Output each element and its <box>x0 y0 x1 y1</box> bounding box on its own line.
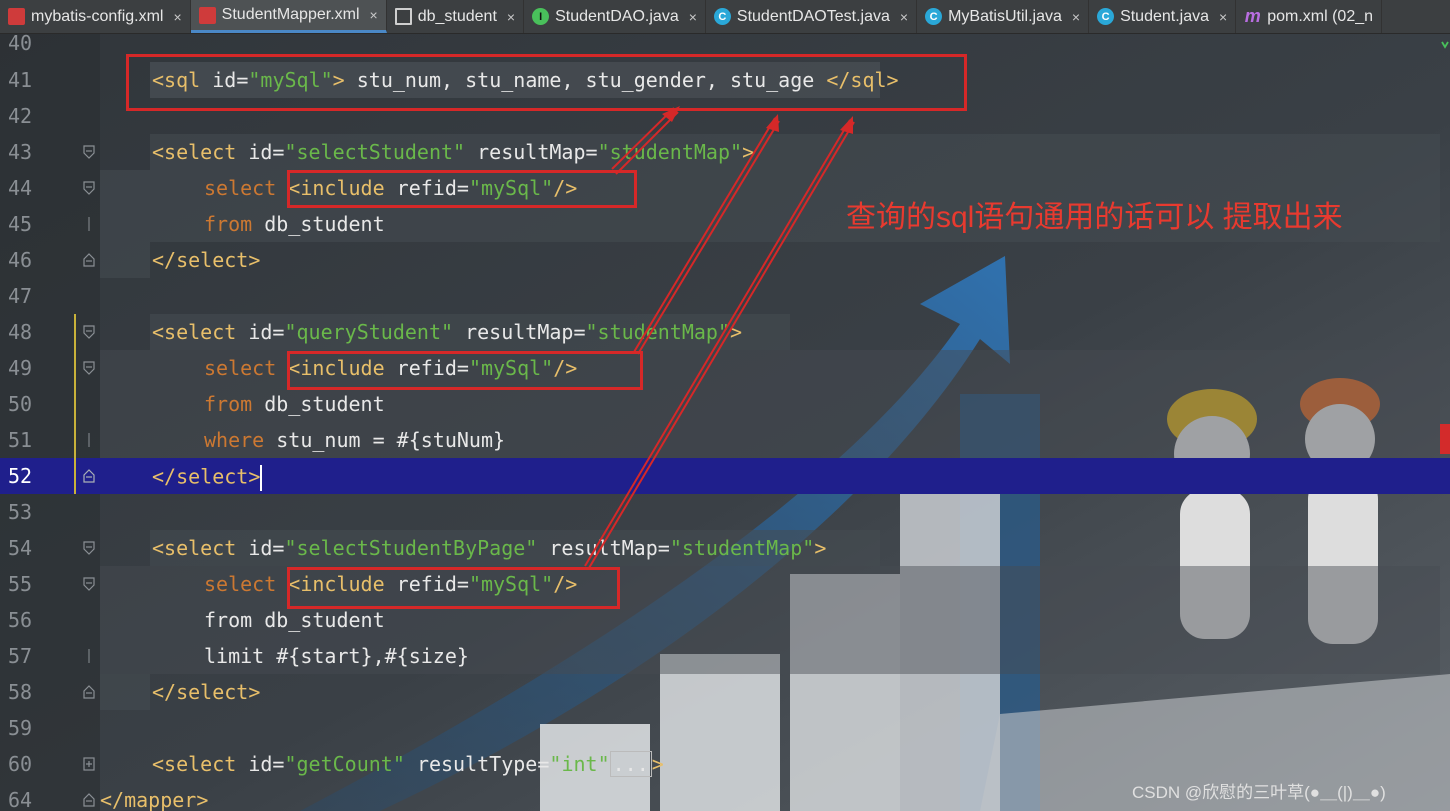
annotation-arrow <box>611 107 675 170</box>
close-icon[interactable]: × <box>173 9 181 25</box>
xml-file-icon <box>8 8 25 25</box>
tab-label: StudentMapper.xml <box>221 6 360 23</box>
annotation-text: 查询的sql语句通用的话可以 提取出来 <box>846 201 1343 234</box>
xml-file-icon <box>198 6 216 24</box>
close-icon[interactable]: × <box>1072 9 1080 25</box>
tab-label: StudentDAO.java <box>555 7 679 25</box>
close-icon[interactable]: × <box>689 9 697 25</box>
tab-label: StudentDAOTest.java <box>736 7 890 25</box>
tab-student-mapper[interactable]: StudentMapper.xml × <box>190 0 387 33</box>
annotation-arrow <box>588 121 855 569</box>
tab-mybatis-util[interactable]: C MyBatisUtil.java × <box>917 0 1090 33</box>
class-icon: C <box>1097 8 1115 25</box>
annotation-arrow <box>584 119 851 567</box>
tab-label: db_student <box>417 7 497 25</box>
tab-student-dao-test[interactable]: C StudentDAOTest.java × <box>706 0 918 33</box>
close-icon[interactable]: × <box>507 9 515 25</box>
maven-icon: m <box>1244 6 1261 26</box>
class-icon: C <box>925 8 943 25</box>
close-icon[interactable]: × <box>1219 9 1227 25</box>
tab-student[interactable]: C Student.java × <box>1089 0 1237 33</box>
tab-mybatis-config[interactable]: mybatis-config.xml × <box>0 0 191 33</box>
tab-db-student[interactable]: db_student × <box>387 0 525 33</box>
annotation-arrow <box>615 111 679 175</box>
code-editor[interactable]: 40 41 <sql id="mySql"> stu_num, stu_name… <box>0 34 1450 811</box>
annotation-arrow <box>637 120 780 355</box>
table-icon <box>394 8 412 25</box>
class-icon: C <box>713 8 731 25</box>
annotation-arrow <box>633 117 776 353</box>
tab-label: Student.java <box>1120 7 1210 25</box>
close-icon[interactable]: × <box>370 7 378 23</box>
annotation-arrows <box>584 106 855 569</box>
editor-scrollbar[interactable] <box>1440 34 1450 811</box>
tab-label: pom.xml (02_n <box>1267 7 1374 25</box>
csdn-watermark: CSDN @欣慰的三叶草(●＿(|)＿●) <box>1132 783 1386 802</box>
editor-tab-bar: mybatis-config.xml × StudentMapper.xml × d… <box>0 0 1450 34</box>
tab-pom[interactable]: m pom.xml (02_n <box>1236 0 1383 33</box>
tab-label: mybatis-config.xml <box>31 7 164 25</box>
interface-icon: I <box>532 8 550 25</box>
close-icon[interactable]: × <box>900 9 908 25</box>
tab-student-dao[interactable]: I StudentDAO.java × <box>524 0 706 33</box>
tab-label: MyBatisUtil.java <box>948 7 1062 25</box>
